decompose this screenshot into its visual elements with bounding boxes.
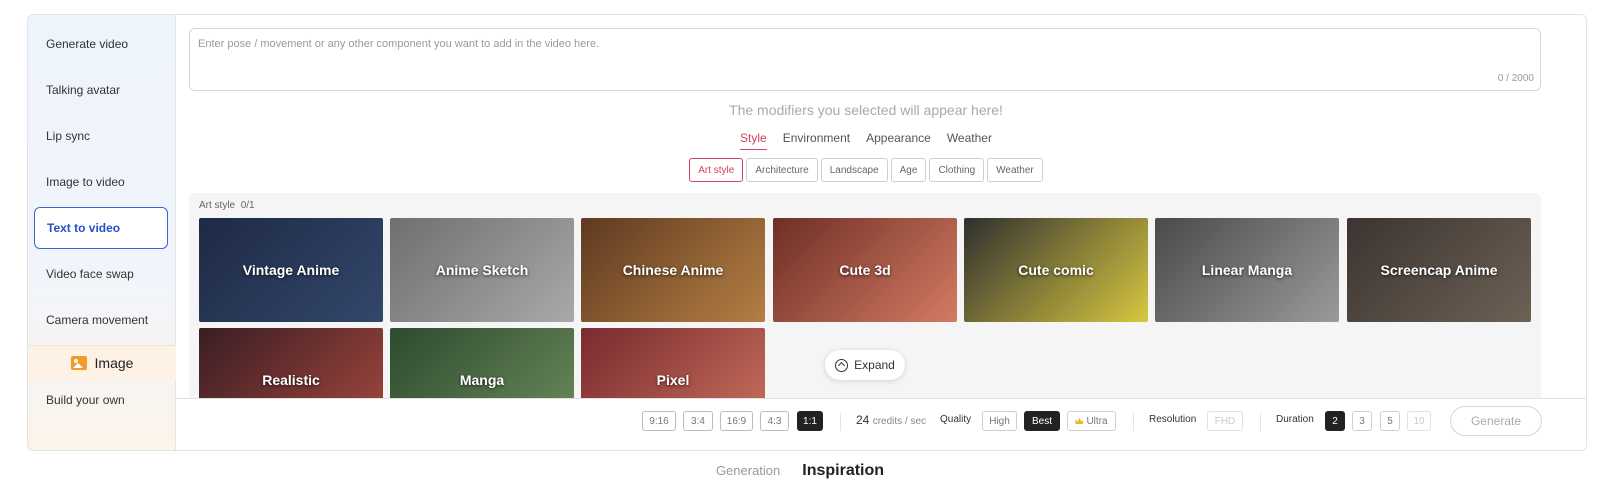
style-tile[interactable]: Cute 3d (773, 218, 957, 322)
style-tile[interactable]: Linear Manga (1155, 218, 1339, 322)
generate-button[interactable]: Generate (1450, 406, 1542, 436)
style-tile-label: Manga (459, 372, 505, 388)
sidebar-item-image-to-video[interactable]: Image to video (34, 161, 168, 203)
gallery-label: Art style 0/1 (199, 200, 255, 211)
chip-landscape[interactable]: Landscape (820, 158, 888, 182)
quality-ultra[interactable]: Ultra (1067, 411, 1116, 431)
sidebar-item-lip-sync[interactable]: Lip sync (34, 115, 168, 157)
style-tile[interactable]: Vintage Anime (199, 218, 383, 322)
chevron-up-circle-icon (835, 358, 849, 372)
sidebar-item-camera-movement[interactable]: Camera movement (34, 299, 168, 341)
duration-10[interactable]: 10 (1407, 411, 1431, 431)
modifier-tabs: Style Environment Appearance Weather (176, 131, 1556, 150)
sidebar-item-video-face-swap[interactable]: Video face swap (34, 253, 168, 295)
style-tile[interactable]: Manga (390, 328, 574, 398)
quality-label: Quality (940, 414, 972, 425)
sidebar-item-text-to-video[interactable]: Text to video (34, 207, 168, 249)
app-frame: Generate video Talking avatar Lip sync I… (27, 14, 1587, 451)
modifiers-hint: The modifiers you selected will appear h… (729, 102, 1003, 118)
credits-rate: 24 credits / sec (856, 413, 926, 427)
sidebar: Generate video Talking avatar Lip sync I… (28, 15, 176, 450)
tab-environment[interactable]: Environment (783, 131, 850, 150)
style-tile-label: Chinese Anime (622, 262, 724, 278)
divider (840, 413, 841, 431)
gallery-label-text: Art style (199, 200, 236, 211)
style-tile-label: Cute 3d (839, 262, 891, 278)
expand-button[interactable]: Expand (825, 350, 905, 380)
quality-best[interactable]: Best (1024, 411, 1060, 431)
generation-toolbar: 9:16 3:4 16:9 4:3 1:1 24 credits / sec Q… (176, 398, 1586, 450)
quality-high[interactable]: High (982, 411, 1017, 431)
image-icon (70, 355, 87, 370)
style-tile-label: Vintage Anime (242, 262, 340, 278)
char-counter: 0 / 2000 (1497, 73, 1534, 84)
sidebar-section-title: Image (94, 354, 134, 371)
duration-5[interactable]: 5 (1380, 411, 1400, 431)
expand-label: Expand (854, 358, 895, 372)
style-tile-label: Pixel (656, 372, 690, 388)
style-tile[interactable]: Screencap Anime (1347, 218, 1531, 322)
crown-icon (1075, 418, 1084, 424)
divider (1133, 413, 1134, 431)
style-tile[interactable]: Cute comic (964, 218, 1148, 322)
tab-inspiration[interactable]: Inspiration (802, 462, 884, 480)
resolution-fhd[interactable]: FHD (1207, 411, 1243, 431)
credits-unit: credits / sec (872, 416, 927, 427)
main-panel: 0 / 2000 The modifiers you selected will… (176, 15, 1586, 450)
style-tile-label: Screencap Anime (1380, 262, 1498, 278)
style-tile-label: Realistic (262, 372, 320, 388)
divider (1260, 413, 1261, 431)
gallery-count: 0/1 (240, 200, 255, 211)
chip-clothing[interactable]: Clothing (929, 158, 985, 182)
duration-2[interactable]: 2 (1325, 411, 1345, 431)
chip-architecture[interactable]: Architecture (746, 158, 818, 182)
tab-generation[interactable]: Generation (716, 463, 780, 478)
style-tile[interactable]: Pixel (581, 328, 765, 398)
chip-weather[interactable]: Weather (987, 158, 1043, 182)
duration-label: Duration (1276, 414, 1314, 425)
resolution-label: Resolution (1149, 414, 1197, 425)
sidebar-item-build-your-own[interactable]: Build your own (34, 379, 168, 421)
style-tile[interactable]: Realistic (199, 328, 383, 398)
sidebar-item-generate-video[interactable]: Generate video (34, 23, 168, 65)
chip-art-style[interactable]: Art style (689, 158, 744, 182)
ratio-4-3[interactable]: 4:3 (760, 411, 789, 431)
tab-weather[interactable]: Weather (947, 131, 992, 150)
ratio-9-16[interactable]: 9:16 (642, 411, 676, 431)
sidebar-item-talking-avatar[interactable]: Talking avatar (34, 69, 168, 111)
prompt-box: 0 / 2000 (189, 28, 1541, 91)
quality-ultra-label: Ultra (1086, 415, 1108, 427)
chip-age[interactable]: Age (890, 158, 927, 182)
ratio-16-9[interactable]: 16:9 (720, 411, 753, 431)
style-tile[interactable]: Anime Sketch (390, 218, 574, 322)
sidebar-section-image[interactable]: Image (28, 345, 176, 379)
category-chips: Art style Architecture Landscape Age Clo… (176, 158, 1556, 182)
duration-3[interactable]: 3 (1352, 411, 1372, 431)
style-tile-label: Linear Manga (1201, 262, 1293, 278)
prompt-input[interactable] (190, 29, 1540, 90)
tab-appearance[interactable]: Appearance (866, 131, 931, 150)
style-tile[interactable]: Chinese Anime (581, 218, 765, 322)
credits-value: 24 (856, 413, 870, 427)
tab-style[interactable]: Style (740, 131, 767, 150)
style-tile-label: Anime Sketch (435, 262, 529, 278)
ratio-3-4[interactable]: 3:4 (683, 411, 713, 431)
ratio-1-1[interactable]: 1:1 (797, 411, 823, 431)
style-tile-label: Cute comic (1018, 262, 1094, 278)
bottom-tabs: Generation Inspiration (0, 462, 1600, 480)
